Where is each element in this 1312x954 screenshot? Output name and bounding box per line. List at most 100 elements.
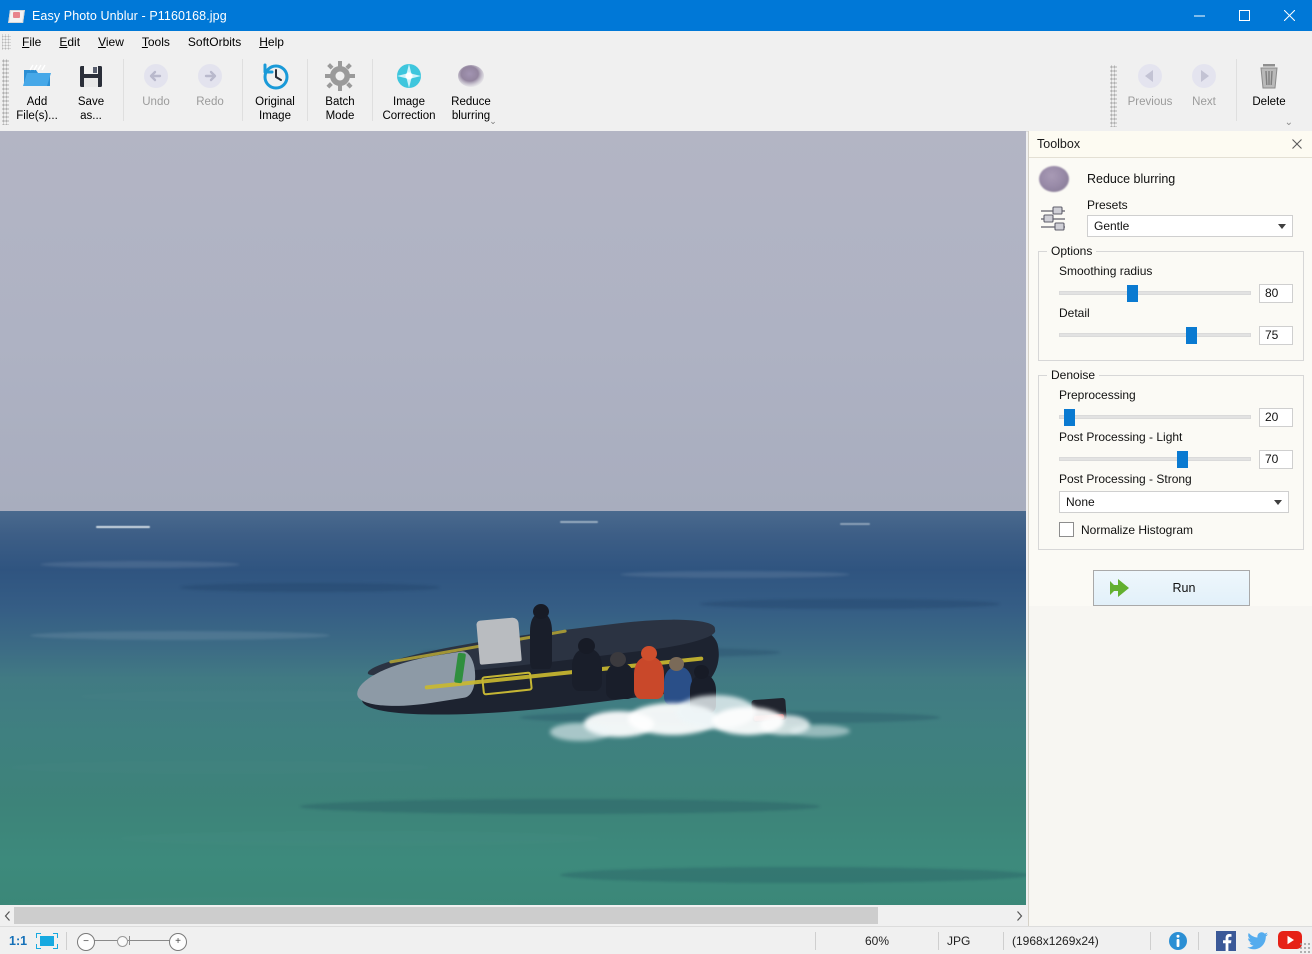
info-icon[interactable] — [1168, 931, 1190, 951]
reduce-blurring-button[interactable]: Reduce blurring — [440, 53, 502, 123]
zoom-out-button[interactable]: − — [77, 933, 95, 951]
window-title: Easy Photo Unblur - P1160168.jpg — [32, 9, 227, 23]
toolbar-grip-handle[interactable] — [2, 59, 9, 125]
status-divider-1 — [66, 932, 67, 950]
image-correction-button[interactable]: Image Correction — [378, 53, 440, 123]
gear-icon — [323, 59, 357, 93]
menu-tools[interactable]: Tools — [133, 32, 179, 53]
zoom-ratio-label[interactable]: 1:1 — [9, 934, 27, 948]
run-button[interactable]: Run — [1093, 570, 1250, 606]
presets-dropdown[interactable]: Gentle — [1087, 215, 1293, 237]
maximize-button[interactable] — [1222, 0, 1267, 31]
slider-track — [1059, 291, 1251, 295]
zoom-slider-thumb[interactable] — [117, 936, 128, 947]
menu-grip-handle[interactable] — [2, 34, 11, 50]
slider-thumb[interactable] — [1177, 451, 1188, 468]
menu-edit[interactable]: Edit — [50, 32, 89, 53]
canvas-horizontal-scrollbar[interactable] — [0, 905, 1026, 926]
minimize-button[interactable] — [1177, 0, 1222, 31]
preprocessing-label: Preprocessing — [1059, 388, 1293, 402]
menu-file[interactable]: File — [13, 32, 50, 53]
current-tool-row: Reduce blurring — [1029, 158, 1312, 194]
sliders-icon — [1039, 204, 1069, 234]
toolbar-right-overflow-caret[interactable]: ⌄ — [1285, 118, 1293, 128]
main-toolbar: Add File(s)... Save as... — [0, 53, 1312, 132]
post-processing-strong-label: Post Processing - Strong — [1059, 472, 1293, 486]
twitter-icon[interactable] — [1247, 931, 1269, 951]
sparkle-icon — [392, 59, 426, 93]
detail-row: 75 — [1049, 324, 1293, 346]
zoom-slider[interactable]: − + — [77, 931, 187, 951]
preprocessing-slider[interactable] — [1059, 406, 1251, 428]
undo-label: Undo — [142, 96, 170, 110]
delete-button[interactable]: Delete — [1242, 53, 1296, 110]
slider-thumb[interactable] — [1186, 327, 1197, 344]
presets-value: Gentle — [1088, 219, 1129, 233]
toolbar-overflow-caret[interactable]: ⌄ — [488, 117, 498, 127]
close-button[interactable] — [1267, 0, 1312, 31]
resize-grip[interactable] — [1299, 942, 1310, 953]
previous-label: Previous — [1128, 96, 1173, 110]
status-divider-2 — [815, 932, 816, 950]
zoom-slider-track — [88, 940, 176, 941]
file-format-label: JPG — [947, 934, 995, 948]
previous-arrow-icon — [1133, 59, 1167, 93]
image-canvas[interactable] — [0, 131, 1026, 905]
normalize-histogram-row[interactable]: Normalize Histogram — [1059, 522, 1293, 537]
post-processing-light-slider[interactable] — [1059, 448, 1251, 470]
open-folder-icon — [20, 59, 54, 93]
smoothing-radius-slider[interactable] — [1059, 282, 1251, 304]
status-divider-4 — [1003, 932, 1004, 950]
zoom-percent-label: 60% — [824, 934, 930, 948]
scrollbar-thumb[interactable] — [14, 907, 878, 924]
save-as-button[interactable]: Save as... — [64, 53, 118, 123]
menu-softorbits[interactable]: SoftOrbits — [179, 32, 250, 53]
detail-label: Detail — [1059, 306, 1293, 320]
slider-thumb[interactable] — [1064, 409, 1075, 426]
normalize-histogram-checkbox[interactable] — [1059, 522, 1074, 537]
window-controls — [1177, 0, 1312, 31]
redo-button[interactable]: Redo — [183, 53, 237, 110]
smoothing-radius-value[interactable]: 80 — [1259, 284, 1293, 303]
slider-track — [1059, 415, 1251, 419]
photo-sky — [0, 131, 1026, 513]
floppy-disk-icon — [74, 59, 108, 93]
blur-circle-icon — [1039, 166, 1069, 192]
youtube-icon[interactable] — [1278, 931, 1300, 951]
add-files-button[interactable]: Add File(s)... — [10, 53, 64, 123]
photo-app-icon — [9, 8, 25, 24]
normalize-histogram-label: Normalize Histogram — [1081, 523, 1193, 537]
delete-label: Delete — [1252, 96, 1285, 110]
chevron-right-icon[interactable] — [1012, 905, 1026, 926]
green-double-arrow-icon — [1106, 578, 1142, 598]
batch-mode-button[interactable]: Batch Mode — [313, 53, 367, 123]
chevron-left-icon[interactable] — [0, 905, 14, 926]
detail-value[interactable]: 75 — [1259, 326, 1293, 345]
facebook-icon[interactable] — [1216, 931, 1238, 951]
menu-help[interactable]: Help — [250, 32, 293, 53]
presets-column: Presets Gentle — [1087, 198, 1293, 237]
fit-to-window-icon[interactable] — [36, 933, 58, 949]
close-icon[interactable] — [1289, 136, 1305, 152]
blur-circle-icon — [454, 59, 488, 93]
zoom-in-button[interactable]: + — [169, 933, 187, 951]
undo-button[interactable]: Undo — [129, 53, 183, 110]
previous-button[interactable]: Previous — [1123, 53, 1177, 110]
denoise-group-title: Denoise — [1047, 368, 1099, 382]
redo-arrow-icon — [193, 59, 227, 93]
post-processing-strong-dropdown[interactable]: None — [1059, 491, 1289, 513]
next-label: Next — [1192, 96, 1216, 110]
toolbar-separator-2 — [242, 59, 243, 121]
menu-view[interactable]: View — [89, 32, 133, 53]
photo-rib-boat-with-divers-at-sea — [0, 131, 1026, 905]
original-image-button[interactable]: Original Image — [248, 53, 302, 123]
slider-thumb[interactable] — [1127, 285, 1138, 302]
preprocessing-value[interactable]: 20 — [1259, 408, 1293, 427]
image-correction-label: Image Correction — [382, 96, 435, 123]
run-button-wrapper: Run — [1029, 570, 1312, 606]
next-button[interactable]: Next — [1177, 53, 1231, 110]
post-processing-light-value[interactable]: 70 — [1259, 450, 1293, 469]
detail-slider[interactable] — [1059, 324, 1251, 346]
scrollbar-track[interactable] — [14, 907, 1012, 924]
toolbar-right-grip[interactable] — [1110, 65, 1117, 127]
